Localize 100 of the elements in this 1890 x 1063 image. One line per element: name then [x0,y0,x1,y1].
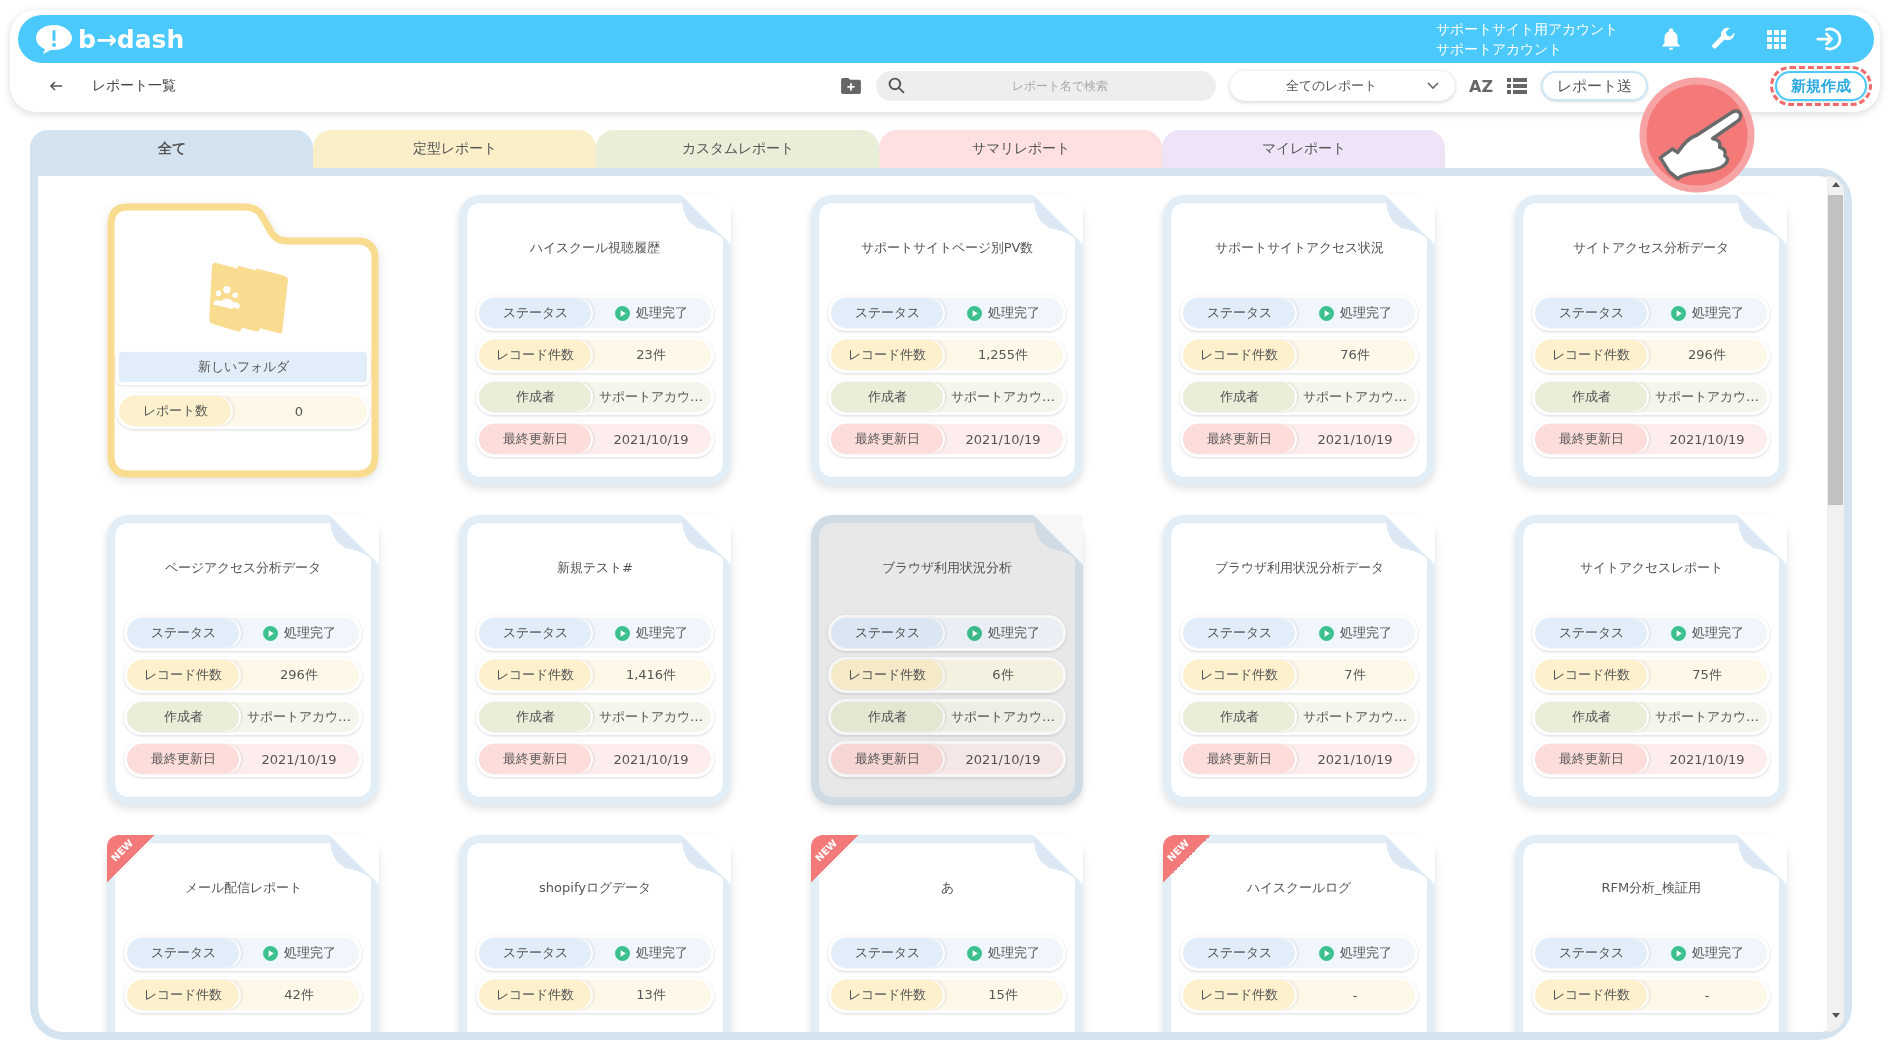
folded-corner [329,835,379,885]
field-value: 処理完了 [1295,944,1415,962]
report-card[interactable]: ページアクセス分析データ ステータス 処理完了 レコード件数 296件 作成者 サポートアカウ… 最終更新日 2021/10/19 [107,515,379,805]
field-label: ステータス [831,298,943,328]
folded-corner [1385,835,1435,885]
field-value: 6件 [991,666,1015,684]
field-label: ステータス [479,298,591,328]
category-tab[interactable]: 全て [30,130,313,168]
folded-corner [1737,195,1787,245]
folded-corner [329,515,379,565]
report-title: 新規テスト# [556,559,634,577]
field-label: 最終更新日 [1183,424,1295,454]
report-card[interactable]: shopifyログデータ ステータス 処理完了 レコード件数 13件 [459,835,731,1032]
field-label: レコード件数 [1535,660,1647,690]
play-icon [614,945,630,961]
play-icon [966,625,982,641]
play-icon [966,305,982,321]
play-icon [614,625,630,641]
report-card[interactable]: 新規テスト# ステータス 処理完了 レコード件数 1,416件 作成者 サポートアカウ… 最終更新日 2021/10/19 [459,515,731,805]
field-label: レコード件数 [1183,980,1295,1010]
sort-button[interactable]: AZ [1469,76,1493,96]
folder-add-icon[interactable] [840,77,862,95]
account-name: サポートサイト用アカウント [1436,20,1618,39]
account-name: サポートアカウント [1436,40,1563,59]
play-icon [1318,625,1334,641]
report-card[interactable]: サポートサイトアクセス状況 ステータス 処理完了 レコード件数 76件 作成者 サポートアカウ… 最終更新日 2021/10/19 [1163,195,1435,485]
report-title: RFM分析_検証用 [1600,879,1702,897]
category-tab[interactable]: マイレポート [1162,130,1445,168]
field-label: ステータス [479,618,591,648]
report-card[interactable]: ブラウザ利用状況分析データ ステータス 処理完了 レコード件数 7件 作成者 サポートアカウ… 最終更新日 2021/10/19 [1163,515,1435,805]
folded-corner [1385,195,1435,245]
folder-name: 新しいフォルダ [116,349,370,385]
report-title: サイトアクセス分析データ [1572,239,1730,257]
search-field[interactable]: レポート名で検索 [876,71,1216,101]
field-value: 処理完了 [943,624,1063,642]
field-label: ステータス [127,938,239,968]
field-value: 処理完了 [1647,624,1767,642]
field-label: レポート数 [119,396,231,426]
field-label: レコード件数 [831,660,943,690]
field-value: 2021/10/19 [1316,751,1394,767]
field-label: レコード件数 [127,660,239,690]
field-value: サポートアカウ… [950,388,1056,406]
field-value: 処理完了 [239,624,359,642]
speech-bubble-icon [34,23,74,55]
report-card[interactable]: ブラウザ利用状況分析 ステータス 処理完了 レコード件数 6件 作成者 サポートアカウ… 最終更新日 2021/10/19 [811,515,1083,805]
folded-corner [1737,835,1787,885]
field-value: 2021/10/19 [964,751,1042,767]
field-label: ステータス [1535,618,1647,648]
field-value: 2021/10/19 [612,751,690,767]
field-value: サポートアカウ… [1302,708,1408,726]
category-tab[interactable]: 定型レポート [313,130,596,168]
report-card[interactable]: サイトアクセス分析データ ステータス 処理完了 レコード件数 296件 作成者 サポートアカウ… 最終更新日 2021/10/19 [1515,195,1787,485]
category-tab[interactable]: サマリレポート [879,130,1162,168]
field-label: 最終更新日 [1535,424,1647,454]
folded-corner [681,515,731,565]
field-value: サポートアカウ… [1654,708,1760,726]
field-value: - [1351,987,1359,1003]
play-icon [1670,625,1686,641]
field-label: 作成者 [1535,702,1647,732]
field-label: ステータス [831,618,943,648]
field-label: 最終更新日 [1183,744,1295,774]
field-value: 処理完了 [1295,624,1415,642]
field-value: サポートアカウ… [1654,388,1760,406]
chevron-down-icon [1427,82,1439,90]
play-icon [1670,305,1686,321]
report-card[interactable]: サイトアクセスレポート ステータス 処理完了 レコード件数 75件 作成者 サポートアカウ… 最終更新日 2021/10/19 [1515,515,1787,805]
field-value: 13件 [635,986,667,1004]
list-view-icon[interactable] [1507,78,1527,94]
field-value: 2021/10/19 [1668,751,1746,767]
field-value: 処理完了 [943,944,1063,962]
send-button[interactable]: レポート送 [1541,71,1648,101]
play-icon [262,945,278,961]
field-value: 75件 [1691,666,1723,684]
field-label: 作成者 [831,382,943,412]
category-tab[interactable]: カスタムレポート [596,130,879,168]
report-title: ブラウザ利用状況分析 [881,559,1013,577]
field-value: 処理完了 [591,944,711,962]
report-card[interactable]: ハイスクール視聴履歴 ステータス 処理完了 レコード件数 23件 作成者 サポートアカウ… 最終更新日 2021/10/19 [459,195,731,485]
field-label: レコード件数 [127,980,239,1010]
field-label: 作成者 [1535,382,1647,412]
play-icon [1670,945,1686,961]
folded-corner [681,195,731,245]
field-label: 作成者 [831,702,943,732]
report-title: ハイスクール視聴履歴 [529,239,661,257]
report-filter-dropdown[interactable]: 全てのレポート [1230,71,1455,101]
field-value: 処理完了 [943,304,1063,322]
field-label: 作成者 [479,702,591,732]
report-card[interactable]: サポートサイトページ別PV数 ステータス 処理完了 レコード件数 1,255件 作成者 サポートアカウ… 最終更新日 2021/10/19 [811,195,1083,485]
report-card[interactable]: RFM分析_検証用 ステータス 処理完了 レコード件数 - [1515,835,1787,1032]
field-label: 最終更新日 [479,744,591,774]
play-icon [262,625,278,641]
play-icon [1318,305,1334,321]
folder-card[interactable]: 新しいフォルダ レポート数 0 [107,203,379,478]
scrollbar[interactable] [1827,176,1844,1032]
field-label: ステータス [831,938,943,968]
search-icon [888,77,905,94]
logo-text: b→dash [78,24,185,54]
apps-grid-icon[interactable] [1764,27,1788,51]
folded-corner [1033,515,1083,565]
field-value: 15件 [987,986,1019,1004]
